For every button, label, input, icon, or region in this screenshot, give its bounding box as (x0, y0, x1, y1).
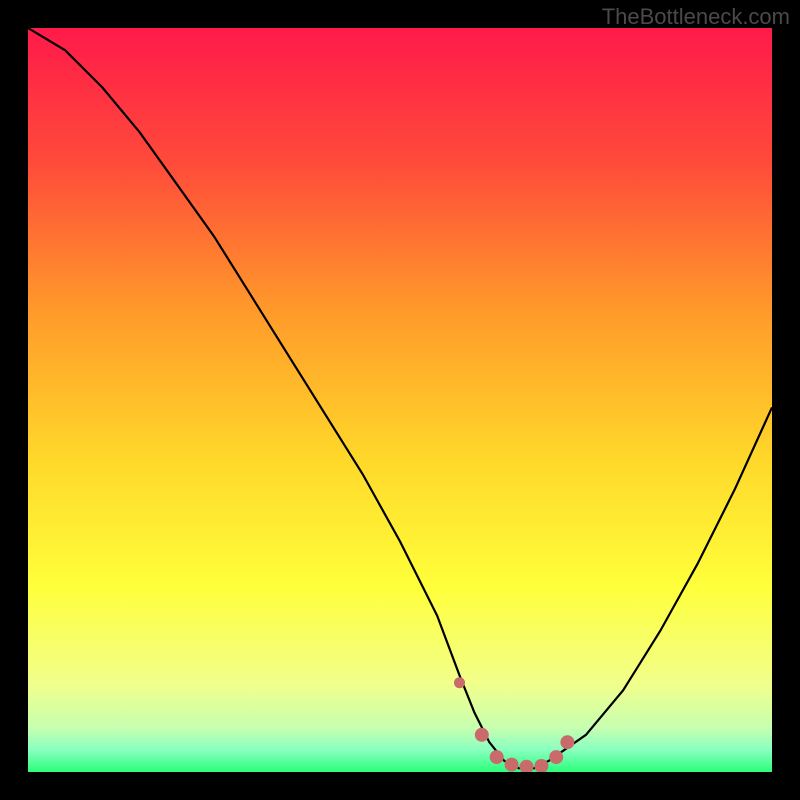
highlight-marker (475, 728, 489, 742)
watermark-text: TheBottleneck.com (602, 4, 790, 30)
optimal-zone-markers (454, 677, 574, 772)
highlight-marker (549, 750, 563, 764)
highlight-marker (520, 760, 534, 772)
highlight-marker (505, 758, 519, 772)
highlight-marker (454, 677, 465, 688)
bottleneck-curve (28, 28, 772, 768)
chart-curve-layer (28, 28, 772, 772)
highlight-marker (560, 735, 574, 749)
highlight-marker (490, 750, 504, 764)
plot-area (28, 28, 772, 772)
